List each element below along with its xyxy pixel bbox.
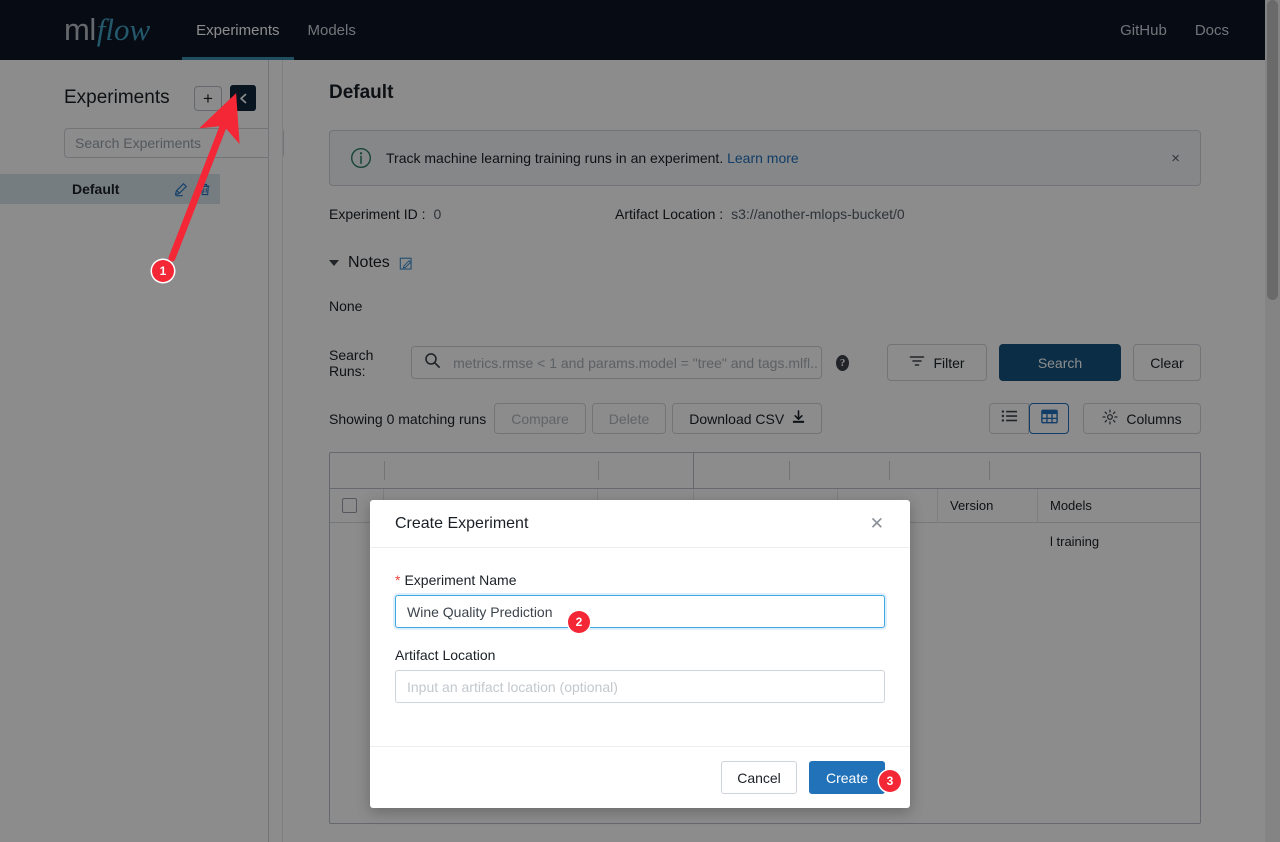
required-star: * (395, 572, 401, 588)
cancel-button[interactable]: Cancel (721, 761, 797, 794)
create-button[interactable]: Create (809, 761, 885, 794)
modal-header: Create Experiment ✕ (370, 500, 910, 548)
experiment-name-input[interactable] (395, 595, 885, 628)
modal-title: Create Experiment (395, 514, 529, 532)
artifact-location-input[interactable] (395, 670, 885, 703)
modal-body: *Experiment Name Artifact Location (370, 548, 910, 746)
close-icon[interactable]: ✕ (866, 511, 888, 536)
experiment-name-label-text: Experiment Name (404, 572, 517, 588)
modal-footer: Cancel Create (370, 746, 910, 808)
experiment-name-group: * Experiment Name (395, 572, 885, 628)
artifact-location-label: Artifact Location (395, 647, 496, 663)
screen-root: ml flow Experiments Models GitHub Docs Ex… (0, 0, 1280, 842)
artifact-location-group: Artifact Location (395, 647, 885, 703)
experiment-name-label: * Experiment Name (395, 572, 885, 588)
create-experiment-modal: Create Experiment ✕ *Experiment Name Art… (370, 500, 910, 808)
